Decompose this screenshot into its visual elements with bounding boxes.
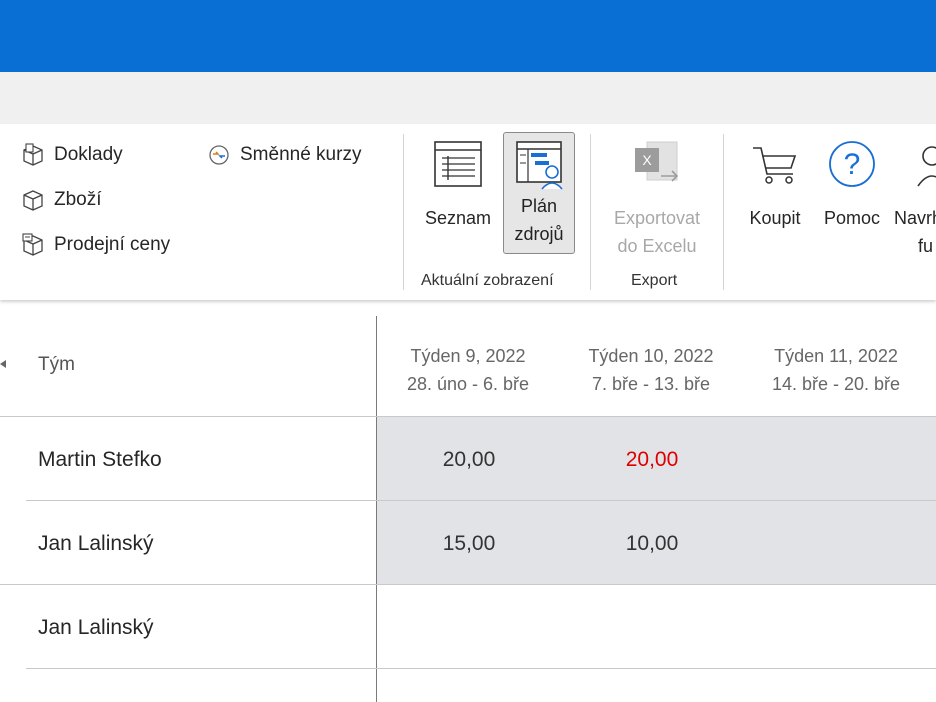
- list-view-button[interactable]: Seznam: [418, 138, 498, 232]
- row-1-week-10-value[interactable]: 20,00: [607, 448, 697, 472]
- row-2-name[interactable]: Jan Lalinský: [38, 532, 154, 556]
- week-header-10[interactable]: Týden 10, 2022 7. bře - 13. bře: [573, 342, 729, 398]
- shopping-cart-icon: [753, 147, 797, 184]
- app-header-bar: [0, 0, 936, 72]
- nav-zbozi[interactable]: Zboží: [20, 187, 102, 213]
- week-11-title: Týden 11, 2022: [774, 346, 898, 366]
- sales-prices-icon: [22, 233, 43, 256]
- export-excel-label-1: Exportovat: [613, 208, 701, 228]
- buy-label: Koupit: [749, 208, 801, 228]
- goods-box-icon: [23, 190, 43, 211]
- nav-prodejni-ceny[interactable]: Prodejní ceny: [20, 232, 170, 258]
- week-10-title: Týden 10, 2022: [588, 346, 714, 366]
- help-label: Pomoc: [823, 208, 881, 228]
- row-3-name[interactable]: Jan Lalinský: [38, 616, 154, 640]
- resource-plan-icon: [516, 141, 563, 190]
- row-divider: [26, 668, 936, 669]
- tab-strip: [0, 72, 936, 124]
- help-icon: ?: [829, 141, 875, 187]
- list-view-icon: [434, 141, 482, 187]
- suggest-label-2: fu: [918, 236, 934, 256]
- resource-plan-label-1: Plán: [520, 196, 558, 216]
- resource-plan-label-2: zdrojů: [514, 224, 564, 244]
- row-divider: [26, 500, 936, 501]
- row-1-name[interactable]: Martin Stefko: [38, 448, 162, 472]
- suggest-feature-button[interactable]: Navrh fu: [894, 138, 936, 260]
- exchange-rates-icon: [209, 145, 229, 165]
- week-9-title: Týden 9, 2022: [410, 346, 526, 366]
- resource-plan-table: Tým Týden 9, 2022 28. úno - 6. bře Týden…: [0, 300, 936, 702]
- documents-box-icon: [23, 143, 43, 166]
- row-1-week-9-value[interactable]: 20,00: [424, 448, 514, 472]
- help-button[interactable]: ? Pomoc: [816, 138, 888, 232]
- column-divider: [376, 316, 377, 702]
- nav-zbozi-label: Zboží: [54, 189, 102, 210]
- export-excel-label-2: do Excelu: [617, 236, 697, 256]
- ribbon: Doklady Zboží Prodejní ceny Směnné kurzy: [0, 124, 936, 300]
- row-2-week-9-value[interactable]: 15,00: [424, 532, 514, 556]
- nav-prodejni-ceny-label: Prodejní ceny: [54, 234, 171, 255]
- ribbon-separator: [590, 134, 591, 290]
- excel-icon: X: [635, 141, 679, 182]
- svg-text:?: ?: [844, 148, 861, 181]
- row-2-week-10-value[interactable]: 10,00: [607, 532, 697, 556]
- week-11-range: 14. bře - 20. bře: [771, 374, 901, 394]
- nav-doklady[interactable]: Doklady: [20, 142, 123, 168]
- sort-arrow-icon[interactable]: [0, 360, 6, 368]
- nav-doklady-label: Doklady: [54, 144, 123, 165]
- list-view-label: Seznam: [424, 208, 492, 228]
- header-divider: [0, 416, 936, 417]
- week-10-range: 7. bře - 13. bře: [591, 374, 711, 394]
- nav-smenne-kurzy-label: Směnné kurzy: [240, 144, 362, 165]
- suggest-label-1: Navrh: [894, 208, 936, 228]
- export-group-label: Export: [631, 272, 678, 289]
- week-header-9[interactable]: Týden 9, 2022 28. úno - 6. bře: [390, 342, 546, 398]
- ribbon-separator: [723, 134, 724, 290]
- svg-text:X: X: [642, 152, 652, 168]
- person-icon: [917, 146, 936, 187]
- ribbon-separator: [403, 134, 404, 290]
- view-group-label: Aktuální zobrazení: [421, 272, 554, 289]
- buy-button[interactable]: Koupit: [742, 138, 808, 232]
- export-excel-button[interactable]: X Exportovat do Excelu: [602, 138, 712, 260]
- team-column-header[interactable]: Tým: [38, 354, 75, 376]
- resource-plan-button[interactable]: Plán zdrojů: [503, 132, 575, 254]
- week-9-range: 28. úno - 6. bře: [406, 374, 530, 394]
- nav-smenne-kurzy[interactable]: Směnné kurzy: [206, 142, 361, 168]
- group-divider: [0, 584, 936, 585]
- week-header-11[interactable]: Týden 11, 2022 14. bře - 20. bře: [756, 342, 916, 398]
